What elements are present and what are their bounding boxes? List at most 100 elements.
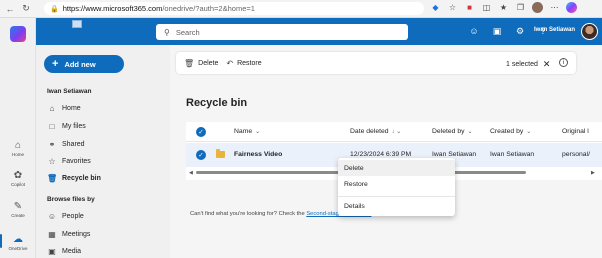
split-screen-icon[interactable]: ◫: [481, 2, 492, 13]
feedback-icon[interactable]: ☺: [468, 25, 480, 37]
sidebar-item-label: Home: [62, 105, 81, 112]
rail-active-indicator: [0, 234, 2, 248]
refresh-icon[interactable]: ↻: [20, 3, 32, 15]
scroll-left-icon[interactable]: ◀: [189, 170, 193, 176]
sidebar-item-favorites[interactable]: ☆ Favorites: [47, 157, 91, 166]
column-header-name[interactable]: Name ⌄: [234, 128, 260, 135]
sidebar-item-people[interactable]: ☺ People: [47, 212, 84, 221]
rail-item-create[interactable]: ✎ Create: [0, 201, 36, 218]
browser-extensions: ◆ ☆ ■ ◫ ★ ❐ ⋯: [430, 2, 577, 13]
sidebar-item-label: People: [62, 213, 84, 220]
add-new-label: Add new: [64, 59, 96, 69]
chevron-down-icon: ⌄: [255, 129, 261, 135]
original-location: personal/: [562, 151, 590, 158]
rail-item-copilot[interactable]: ✿ Copilot: [0, 170, 36, 187]
user-name[interactable]: Iwan Setiawan: [534, 27, 575, 33]
lock-icon: 🔒: [50, 5, 59, 13]
plus-icon: +: [52, 58, 59, 70]
page-title: Recycle bin: [186, 97, 248, 109]
copilot-icon: ✿: [13, 170, 23, 181]
sidebar-item-recycle-bin[interactable]: 🗑 Recycle bin: [47, 174, 101, 183]
rail-item-home[interactable]: ⌂ Home: [0, 140, 36, 157]
favorites-icon[interactable]: ★: [498, 2, 509, 13]
date-deleted: 12/23/2024 6:39 PM: [350, 151, 412, 158]
sidebar-item-label: Meetings: [62, 231, 91, 238]
add-new-button[interactable]: + Add new: [44, 55, 124, 73]
extension-icon[interactable]: ■: [464, 2, 475, 13]
selection-count-label: 1 selected: [506, 61, 538, 68]
address-bar[interactable]: 🔒 https://www.microsoft365.com/onedrive/…: [44, 2, 424, 15]
restore-button[interactable]: ↶ Restore: [226, 59, 261, 68]
delete-button[interactable]: 🗑 Delete: [184, 59, 218, 68]
trash-icon: 🗑: [47, 174, 58, 183]
microsoft365-logo-icon[interactable]: [10, 26, 26, 42]
calendar-icon: ▦: [48, 230, 56, 239]
column-header-date-deleted[interactable]: Date deleted ↓ ⌄: [350, 128, 401, 135]
copilot-icon[interactable]: [566, 2, 577, 13]
folder-icon: □: [49, 122, 55, 131]
url-path: /onedrive/?auth=2&home=1: [162, 4, 255, 13]
rail-item-onedrive[interactable]: ☁ OneDrive: [0, 234, 36, 251]
favorite-star-icon[interactable]: ☆: [447, 2, 458, 13]
back-icon[interactable]: ←: [4, 3, 16, 15]
info-icon[interactable]: i: [559, 58, 568, 67]
trash-icon: 🗑: [184, 58, 195, 68]
person-icon: ☺: [47, 212, 57, 221]
search-placeholder: Search: [175, 27, 200, 37]
onedrive-icon: ☁: [13, 234, 23, 245]
star-icon: ☆: [48, 157, 56, 166]
collections-icon[interactable]: ❐: [515, 2, 526, 13]
rail-item-label: OneDrive: [8, 246, 28, 251]
context-menu-delete[interactable]: Delete: [338, 160, 455, 176]
deleted-by: Iwan Setiawan: [432, 151, 477, 158]
sidebar-item-my-files[interactable]: □ My files: [47, 122, 86, 131]
sidebar-item-label: Favorites: [62, 158, 91, 165]
select-all-checkbox[interactable]: ✓: [196, 127, 206, 137]
main-content: 🗑 Delete ↶ Restore 1 selected ✕ i Recycl…: [170, 45, 602, 258]
context-menu-restore[interactable]: Restore: [338, 176, 455, 192]
sidebar-item-home[interactable]: ⌂ Home: [47, 104, 81, 113]
selection-count: 1 selected ✕: [506, 59, 550, 70]
rail-item-label: Home: [11, 152, 24, 157]
create-icon: ✎: [13, 201, 23, 212]
delete-label: Delete: [198, 59, 219, 67]
column-header-created-by[interactable]: Created by ⌄: [490, 128, 531, 135]
sidebar-item-label: Media: [62, 248, 82, 255]
sidebar-item-shared[interactable]: ⚭ Shared: [47, 140, 85, 149]
sort-down-arrow-icon: ↓ ⌄: [391, 129, 402, 135]
browser-toolbar: ← ↻ 🔒 https://www.microsoft365.com/onedr…: [0, 0, 602, 18]
search-icon: ⚲: [164, 27, 170, 37]
sidebar-item-label: My files: [62, 123, 86, 130]
table-header: ✓ Name ⌄ Date deleted ↓ ⌄ Deleted by ⌄ Crea…: [186, 122, 602, 142]
column-header-original-location[interactable]: Original l: [562, 128, 589, 135]
restore-icon: ↶: [226, 58, 234, 68]
url-domain: https://www.microsoft365.com: [62, 4, 163, 13]
image-icon: ▣: [48, 247, 56, 256]
settings-gear-icon[interactable]: ⚙: [514, 25, 526, 37]
shared-icon: ⚭: [48, 140, 56, 149]
sidebar-item-meetings[interactable]: ▦ Meetings: [47, 230, 90, 239]
home-icon: ⌂: [49, 104, 55, 113]
user-avatar[interactable]: [581, 23, 598, 40]
row-checkbox[interactable]: ✓: [196, 150, 206, 160]
column-header-deleted-by[interactable]: Deleted by ⌄: [432, 128, 473, 135]
profile-avatar[interactable]: [532, 2, 543, 13]
present-icon[interactable]: ▣: [491, 25, 503, 37]
sidebar-section-user: Iwan Setiawan: [47, 88, 92, 95]
sidebar: + Add new Iwan Setiawan ⌂ Home □ My file…: [36, 45, 170, 258]
more-icon[interactable]: ⋯: [549, 2, 560, 13]
file-name[interactable]: Fairness Video: [234, 151, 282, 158]
search-box[interactable]: ⚲ Search: [156, 24, 408, 40]
menu-divider: [338, 196, 455, 197]
command-bar: 🗑 Delete ↶ Restore 1 selected ✕ i: [176, 52, 576, 74]
scroll-right-icon[interactable]: ▶: [591, 170, 595, 176]
context-menu-details[interactable]: Details: [338, 198, 455, 214]
broken-image-icon: [72, 20, 82, 28]
sidebar-item-media[interactable]: ▣ Media: [47, 247, 81, 256]
folder-icon: [216, 149, 225, 158]
rail-item-label: Create: [11, 213, 25, 218]
clear-selection-icon[interactable]: ✕: [543, 59, 551, 70]
sidebar-item-label: Shared: [62, 141, 85, 148]
chevron-down-icon: ⌄: [467, 129, 473, 135]
tag-icon[interactable]: ◆: [430, 2, 441, 13]
